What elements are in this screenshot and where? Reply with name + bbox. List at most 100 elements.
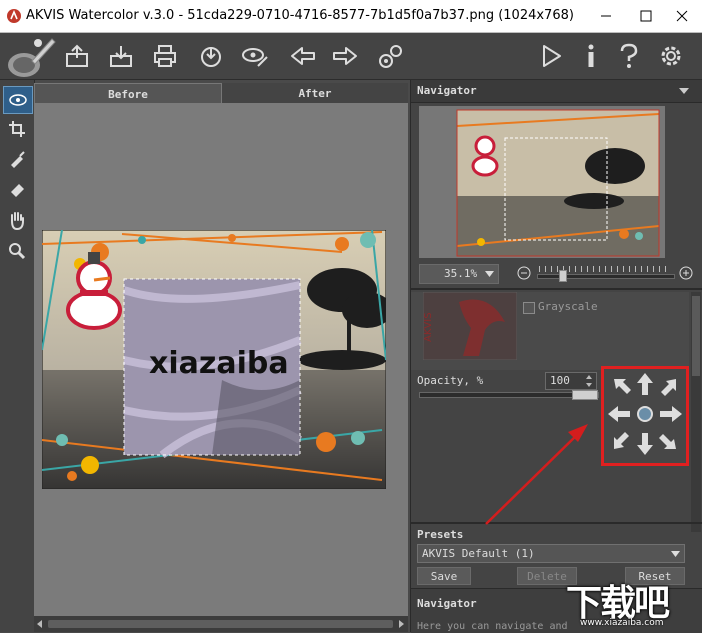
- main-toolbar: [0, 33, 702, 80]
- print-button[interactable]: [148, 39, 182, 73]
- arrow-left-icon: [608, 406, 630, 422]
- image-canvas-area[interactable]: xiazaiba: [34, 103, 408, 616]
- preferences-button[interactable]: [654, 39, 688, 73]
- share-button[interactable]: [194, 39, 228, 73]
- save-button[interactable]: [104, 39, 138, 73]
- arrow-up-left-icon: [614, 379, 631, 394]
- tab-before-label: Before: [108, 87, 148, 101]
- help-text: Here you can navigate and: [417, 621, 568, 632]
- tool-zoom[interactable]: [3, 238, 31, 264]
- save-icon: [110, 46, 132, 67]
- tool-hand[interactable]: [3, 208, 31, 234]
- open-button[interactable]: [60, 39, 94, 73]
- eye-pencil-icon: [242, 48, 268, 67]
- save-preset-button[interactable]: Save: [417, 567, 471, 585]
- arrow-down-right-icon: [659, 434, 676, 449]
- panel-divider: [411, 288, 702, 290]
- preset-selected-value: AKVIS Default (1): [422, 547, 535, 560]
- navigator-header: Navigator: [411, 80, 702, 103]
- chevron-down-icon: [485, 271, 494, 277]
- center-target-icon: [637, 406, 653, 422]
- undo-button[interactable]: [286, 39, 320, 73]
- opacity-value: 100: [550, 374, 570, 387]
- save-preset-label: Save: [430, 569, 458, 583]
- opacity-label: Opacity, %: [417, 374, 484, 387]
- opacity-slider[interactable]: [419, 390, 599, 400]
- scroll-right-icon[interactable]: [397, 620, 405, 628]
- grayscale-label: Grayscale: [538, 300, 598, 313]
- chevron-down-icon: [671, 551, 680, 557]
- eraser-icon: [11, 184, 24, 197]
- help-button[interactable]: [612, 39, 646, 73]
- arrow-right-icon: [333, 47, 357, 65]
- print-icon: [154, 45, 176, 67]
- panel-menu-chevron-icon[interactable]: [679, 88, 689, 94]
- gear-icon: [661, 46, 681, 66]
- batch-button[interactable]: [238, 39, 272, 73]
- scroll-left-icon[interactable]: [36, 620, 44, 628]
- preset-select[interactable]: AKVIS Default (1): [417, 544, 685, 563]
- zoom-slider[interactable]: [537, 266, 675, 282]
- close-icon: [676, 10, 688, 22]
- opacity-slider-thumb[interactable]: [572, 390, 598, 400]
- site-url: www.xiazaiba.com: [580, 618, 664, 628]
- gears-icon: [379, 45, 402, 68]
- arrow-up-right-icon: [661, 379, 676, 396]
- tool-preview[interactable]: [3, 86, 33, 114]
- run-button[interactable]: [534, 39, 568, 73]
- akvis-logo-brush-icon: [8, 38, 56, 77]
- minimize-icon: [601, 15, 611, 17]
- zoom-value: 35.1%: [444, 267, 478, 280]
- info-button[interactable]: [574, 39, 608, 73]
- redo-button[interactable]: [328, 39, 362, 73]
- navigator-thumbnail[interactable]: [419, 106, 665, 258]
- brush-icon: [11, 151, 25, 168]
- presets-title: Presets: [417, 528, 464, 541]
- direction-pad[interactable]: [604, 369, 686, 463]
- info-icon: [588, 44, 594, 67]
- window-title: AKVIS Watercolor v.3.0 - 51cda229-0710-4…: [26, 8, 574, 23]
- zoom-icon: [9, 243, 26, 260]
- settings-gears-button[interactable]: [374, 39, 408, 73]
- spin-arrows-icon[interactable]: [584, 374, 594, 388]
- maximize-button[interactable]: [626, 4, 666, 28]
- opacity-spinbox[interactable]: 100: [545, 372, 597, 390]
- navigator-title: Navigator: [417, 84, 477, 97]
- play-icon: [543, 45, 561, 67]
- site-watermark: 下载吧 www.xiazaiba.com: [566, 574, 702, 632]
- crop-icon: [9, 121, 25, 137]
- tab-before[interactable]: Before: [34, 83, 222, 104]
- delete-preset-label: Delete: [527, 569, 567, 583]
- zoom-select[interactable]: 35.1%: [419, 264, 499, 284]
- photo-canvas[interactable]: xiazaiba: [42, 230, 386, 489]
- help-title: Navigator: [417, 597, 477, 610]
- tool-eraser[interactable]: [3, 176, 31, 202]
- tab-after[interactable]: After: [222, 83, 408, 103]
- arrow-down-icon: [637, 433, 653, 455]
- tool-brush[interactable]: [3, 146, 31, 172]
- site-logo-text: 下载吧: [566, 583, 670, 624]
- settings-group: AKVIS Grayscale: [411, 292, 689, 370]
- maximize-icon: [640, 10, 652, 22]
- settings-scrollbar-thumb[interactable]: [692, 296, 700, 376]
- minimize-button[interactable]: [586, 4, 626, 28]
- settings-panel: Navigator 35.1% AKVIS Grayscale Opacity,…: [410, 80, 702, 633]
- zoom-slider-thumb[interactable]: [559, 270, 567, 282]
- question-icon: [620, 43, 638, 68]
- view-tabs: Before After: [34, 83, 408, 104]
- close-button[interactable]: [662, 4, 702, 28]
- eye-icon: [9, 94, 27, 106]
- watermark-text: xiazaiba: [149, 346, 289, 381]
- zoom-in-icon[interactable]: [679, 266, 693, 280]
- zoom-out-icon[interactable]: [517, 266, 531, 280]
- app-icon: [7, 9, 21, 23]
- scrollbar-thumb[interactable]: [48, 620, 393, 628]
- tool-crop[interactable]: [3, 116, 31, 142]
- arrow-right-icon: [660, 406, 682, 422]
- annotation-arrow: [485, 424, 588, 525]
- grayscale-checkbox[interactable]: [523, 302, 535, 314]
- arrow-up-icon: [637, 373, 653, 395]
- canvas-horizontal-scrollbar[interactable]: [34, 616, 408, 632]
- settings-scrollbar[interactable]: [691, 292, 701, 532]
- svg-text:AKVIS: AKVIS: [423, 312, 434, 342]
